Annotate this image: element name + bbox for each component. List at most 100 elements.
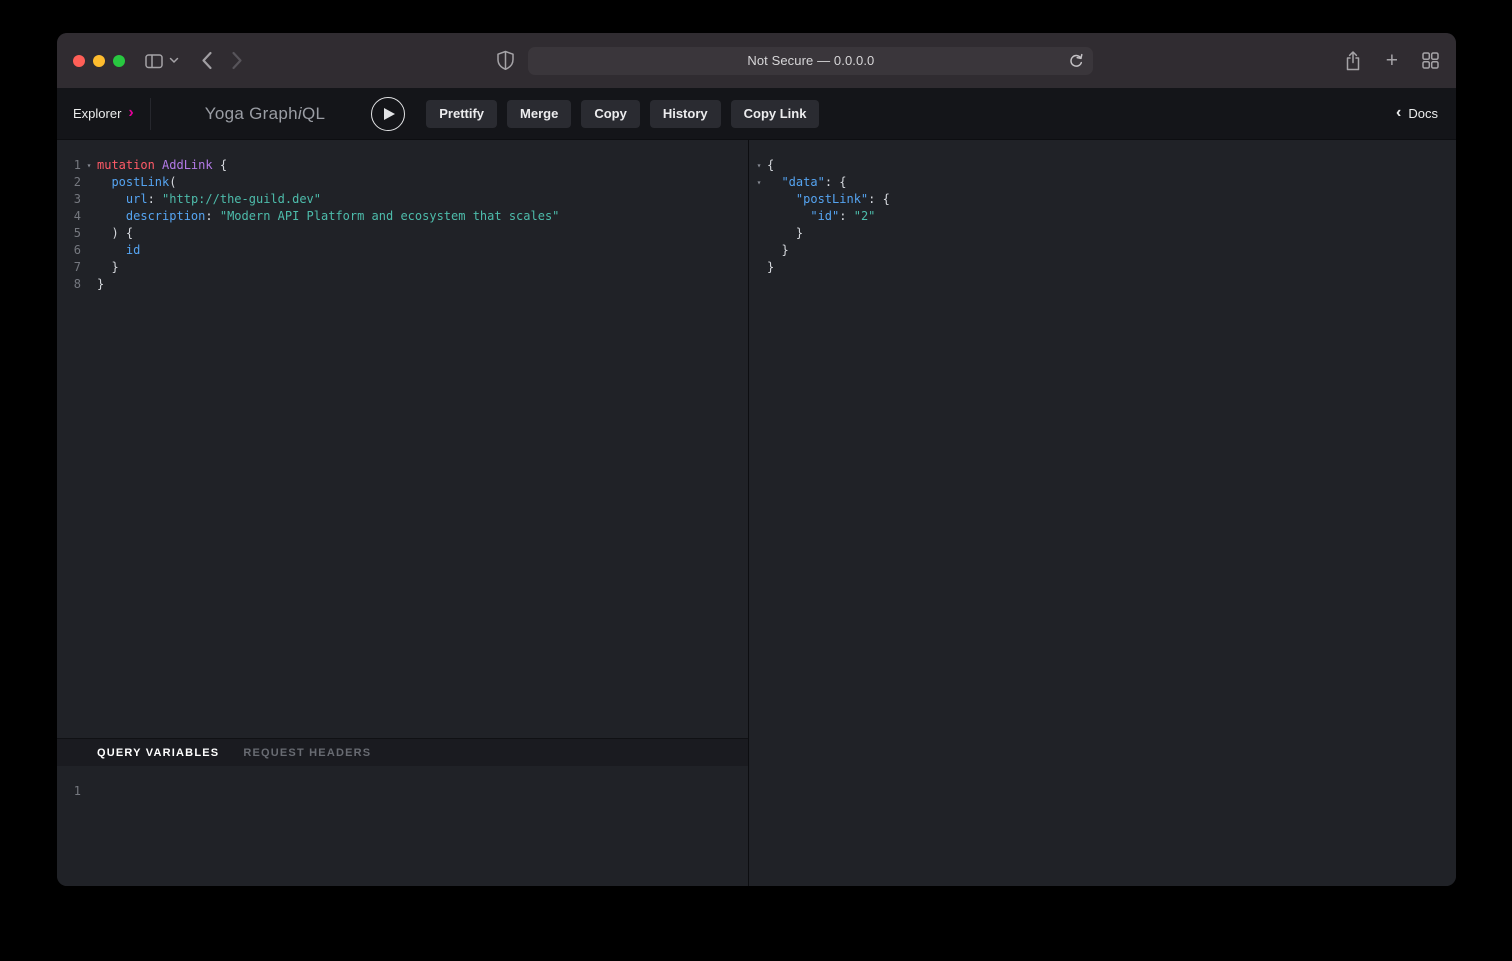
docs-label: Docs [1408, 106, 1438, 121]
prettify-button[interactable]: Prettify [426, 100, 497, 128]
code-line: "postLink": { [749, 191, 1456, 208]
code-line: 5 ) { [57, 225, 748, 242]
code-text: } [97, 276, 104, 293]
fold-spacer [81, 225, 97, 242]
browser-chrome: Not Secure — 0.0.0.0 [57, 33, 1456, 88]
code-line: } [749, 259, 1456, 276]
address-area: Not Secure — 0.0.0.0 [261, 47, 1329, 75]
back-button[interactable] [201, 51, 213, 70]
code-text: url: "http://the-guild.dev" [97, 191, 321, 208]
chevron-left-icon [201, 51, 213, 70]
play-icon [384, 108, 395, 120]
code-text: { [767, 157, 774, 174]
new-tab-button[interactable]: + [1386, 50, 1398, 71]
code-text: } [767, 225, 803, 242]
fold-spacer [751, 208, 767, 225]
line-number: 8 [57, 276, 81, 293]
zoom-window-button[interactable] [113, 55, 125, 67]
code-text: description: "Modern API Platform and ec… [97, 208, 559, 225]
code-line: ▾ "data": { [749, 174, 1456, 191]
code-text: id [97, 242, 140, 259]
response-pane: ▾{▾ "data": { "postLink": { "id": "2" } … [749, 140, 1456, 886]
query-editor[interactable]: 1▾mutation AddLink {2 postLink(3 url: "h… [57, 140, 748, 738]
minimize-window-button[interactable] [93, 55, 105, 67]
code-line: 3 url: "http://the-guild.dev" [57, 191, 748, 208]
tab-query-variables[interactable]: QUERY VARIABLES [97, 747, 219, 759]
response-viewer: ▾{▾ "data": { "postLink": { "id": "2" } … [749, 140, 1456, 886]
merge-button[interactable]: Merge [507, 100, 571, 128]
code-text: ) { [97, 225, 133, 242]
privacy-report-button[interactable] [496, 50, 515, 71]
code-line: 1 [57, 783, 748, 800]
fold-spacer [81, 174, 97, 191]
query-pane: 1▾mutation AddLink {2 postLink(3 url: "h… [57, 140, 748, 886]
line-number: 7 [57, 259, 81, 276]
code-line: 1▾mutation AddLink { [57, 157, 748, 174]
fold-spacer [81, 242, 97, 259]
graphiql-main: 1▾mutation AddLink {2 postLink(3 url: "h… [57, 140, 1456, 886]
code-line: 4 description: "Modern API Platform and … [57, 208, 748, 225]
code-text: } [97, 259, 119, 276]
variables-tabs: QUERY VARIABLES REQUEST HEADERS [57, 738, 748, 766]
copy-button[interactable]: Copy [581, 100, 640, 128]
code-line: ▾{ [749, 157, 1456, 174]
forward-button[interactable] [231, 51, 243, 70]
fold-spacer [751, 191, 767, 208]
share-button[interactable] [1343, 50, 1363, 72]
code-text: } [767, 259, 774, 276]
code-line: 6 id [57, 242, 748, 259]
reload-icon [1065, 50, 1087, 72]
line-number: 5 [57, 225, 81, 242]
variables-editor[interactable]: 1 [57, 766, 748, 886]
fold-arrow-icon[interactable]: ▾ [751, 174, 767, 191]
fold-arrow-icon[interactable]: ▾ [751, 157, 767, 174]
history-button[interactable]: History [650, 100, 721, 128]
fold-spacer [81, 191, 97, 208]
line-number: 6 [57, 242, 81, 259]
close-window-button[interactable] [73, 55, 85, 67]
explorer-label: Explorer [73, 106, 121, 121]
code-text: "data": { [767, 174, 847, 191]
execute-query-button[interactable] [371, 97, 405, 131]
logo-text: Yoga Graph [205, 104, 298, 123]
chevron-down-icon [169, 57, 179, 64]
line-number: 4 [57, 208, 81, 225]
fold-spacer [751, 225, 767, 242]
desktop-background: Not Secure — 0.0.0.0 [0, 0, 1512, 961]
code-line: } [749, 242, 1456, 259]
address-bar[interactable]: Not Secure — 0.0.0.0 [528, 47, 1093, 75]
code-line: 2 postLink( [57, 174, 748, 191]
tab-request-headers[interactable]: REQUEST HEADERS [243, 747, 371, 759]
fold-arrow-icon[interactable]: ▾ [81, 157, 97, 174]
line-number: 1 [57, 157, 81, 174]
logo-text: QL [302, 104, 325, 123]
chevron-left-icon: ‹ [1396, 105, 1401, 121]
tab-overview-icon [1421, 51, 1440, 70]
code-text: "postLink": { [767, 191, 890, 208]
code-text: postLink( [97, 174, 176, 191]
code-line: "id": "2" [749, 208, 1456, 225]
docs-button[interactable]: ‹ Docs [1396, 106, 1438, 121]
sidebar-toggle-button[interactable] [143, 50, 165, 72]
toolbar-separator [150, 98, 151, 130]
sidebar-menu-button[interactable] [169, 57, 179, 64]
code-line: 8} [57, 276, 748, 293]
chevron-right-icon: › [128, 105, 133, 121]
fold-spacer [81, 259, 97, 276]
line-number: 3 [57, 191, 81, 208]
plus-icon: + [1386, 50, 1398, 71]
code-text: mutation AddLink { [97, 157, 227, 174]
share-icon [1343, 50, 1363, 72]
fold-spacer [751, 259, 767, 276]
url-text: Not Secure — 0.0.0.0 [747, 53, 874, 68]
code-line: 7 } [57, 259, 748, 276]
toolbar-buttons: Prettify Merge Copy History Copy Link [426, 100, 819, 128]
sidebar-icon [143, 50, 165, 72]
explorer-toggle-button[interactable]: Explorer › [57, 88, 150, 139]
tab-overview-button[interactable] [1421, 51, 1440, 70]
fold-spacer [751, 242, 767, 259]
fold-spacer [81, 276, 97, 293]
copy-link-button[interactable]: Copy Link [731, 100, 820, 128]
code-text: } [767, 242, 789, 259]
reload-button[interactable] [1065, 50, 1087, 72]
